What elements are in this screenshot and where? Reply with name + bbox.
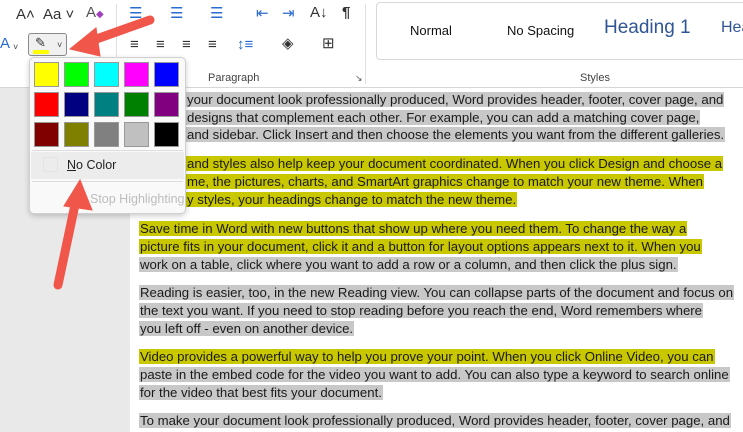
annotation-arrows [53, 15, 155, 290]
arrow-head [68, 27, 101, 57]
arrow-head [63, 178, 93, 211]
arrow-to-no-color [53, 195, 81, 290]
